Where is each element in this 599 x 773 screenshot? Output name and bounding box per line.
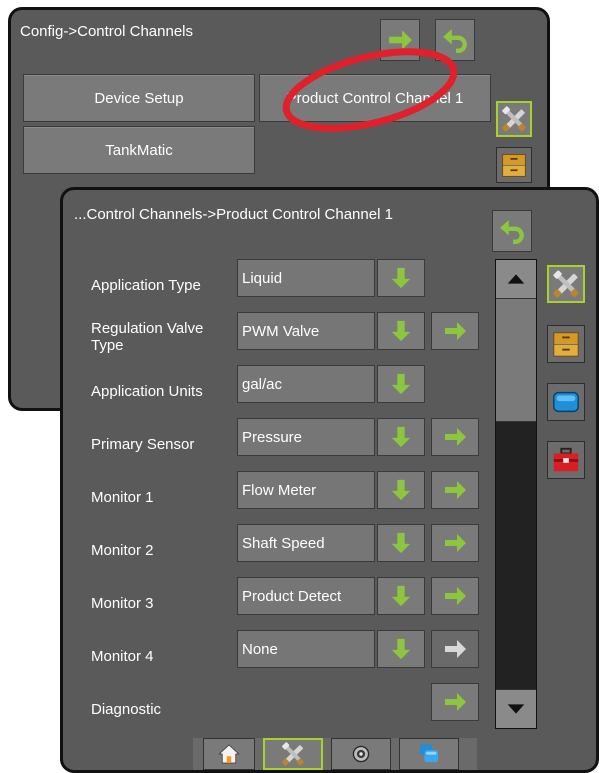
product-control-channel-panel: ...Control Channels->Product Control Cha… bbox=[60, 187, 599, 773]
tankmatic-button[interactable]: TankMatic bbox=[23, 126, 255, 174]
scroll-down-button[interactable] bbox=[496, 689, 536, 728]
monitor-2-dropdown[interactable] bbox=[377, 524, 425, 562]
drawer-tab[interactable] bbox=[496, 147, 532, 183]
back-button[interactable] bbox=[492, 210, 532, 252]
arrow-right-icon bbox=[443, 690, 467, 714]
back-arrow-icon bbox=[499, 218, 525, 244]
gps-tab[interactable] bbox=[331, 738, 391, 770]
application-type-label: Application Type bbox=[91, 277, 201, 294]
monitor-4-value[interactable]: None bbox=[237, 630, 375, 668]
arrow-down-icon bbox=[390, 584, 412, 608]
primary-sensor-value[interactable]: Pressure bbox=[237, 418, 375, 456]
scroll-up-button[interactable] bbox=[496, 260, 536, 299]
arrow-down-icon bbox=[390, 478, 412, 502]
tools-icon bbox=[500, 105, 528, 133]
monitor-3-value[interactable]: Product Detect bbox=[237, 577, 375, 615]
diagnostic-next[interactable] bbox=[431, 683, 479, 721]
highlight-ellipse bbox=[282, 48, 458, 132]
application-type-dropdown[interactable] bbox=[377, 259, 425, 297]
data-icon bbox=[417, 742, 441, 766]
home-icon bbox=[217, 742, 241, 766]
back-panel-title: Config->Control Channels bbox=[20, 23, 194, 40]
regulation-valve-type-dropdown[interactable] bbox=[377, 312, 425, 350]
drawer-tab[interactable] bbox=[547, 325, 585, 363]
arrow-down-icon bbox=[390, 372, 412, 396]
monitor-1-value[interactable]: Flow Meter bbox=[237, 471, 375, 509]
arrow-right-icon bbox=[443, 425, 467, 449]
primary-sensor-next[interactable] bbox=[431, 418, 479, 456]
bottom-tab-bar bbox=[193, 738, 477, 770]
scrollbar[interactable] bbox=[495, 259, 537, 729]
arrow-down-icon bbox=[390, 319, 412, 343]
regulation-valve-type-label: Regulation Valve Type bbox=[91, 320, 204, 354]
arrow-right-icon bbox=[443, 637, 467, 661]
regulation-valve-type-next[interactable] bbox=[431, 312, 479, 350]
monitor-1-dropdown[interactable] bbox=[377, 471, 425, 509]
data-tab[interactable] bbox=[399, 738, 459, 770]
screen-icon bbox=[551, 387, 581, 417]
tools-icon bbox=[280, 741, 306, 767]
monitor-2-label: Monitor 2 bbox=[91, 542, 154, 559]
primary-sensor-dropdown[interactable] bbox=[377, 418, 425, 456]
arrow-down-icon bbox=[390, 425, 412, 449]
toolbox-icon bbox=[551, 445, 581, 475]
arrow-right-icon bbox=[443, 531, 467, 555]
monitor-1-label: Monitor 1 bbox=[91, 489, 154, 506]
monitor-1-next[interactable] bbox=[431, 471, 479, 509]
arrow-down-icon bbox=[390, 531, 412, 555]
application-units-label: Application Units bbox=[91, 383, 203, 400]
primary-sensor-label: Primary Sensor bbox=[91, 436, 195, 453]
application-units-dropdown[interactable] bbox=[377, 365, 425, 403]
monitor-3-next[interactable] bbox=[431, 577, 479, 615]
device-setup-button[interactable]: Device Setup bbox=[23, 74, 255, 122]
tools-tab[interactable] bbox=[547, 265, 585, 303]
diagnostic-label: Diagnostic bbox=[91, 701, 162, 718]
arrow-right-icon bbox=[443, 478, 467, 502]
regulation-valve-type-value[interactable]: PWM Valve bbox=[237, 312, 375, 350]
display-tab[interactable] bbox=[547, 383, 585, 421]
drawer-icon bbox=[551, 329, 581, 359]
monitor-3-dropdown[interactable] bbox=[377, 577, 425, 615]
triangle-up-icon bbox=[505, 268, 527, 290]
arrow-down-icon bbox=[390, 637, 412, 661]
application-units-value[interactable]: gal/ac bbox=[237, 365, 375, 403]
scroll-thumb[interactable] bbox=[496, 299, 536, 422]
monitor-4-dropdown[interactable] bbox=[377, 630, 425, 668]
arrow-down-icon bbox=[390, 266, 412, 290]
front-panel-title: ...Control Channels->Product Control Cha… bbox=[74, 206, 393, 223]
gps-icon bbox=[350, 743, 372, 765]
application-type-value[interactable]: Liquid bbox=[237, 259, 375, 297]
triangle-down-icon bbox=[505, 698, 527, 720]
monitor-4-label: Monitor 4 bbox=[91, 648, 154, 665]
drawer-icon bbox=[500, 151, 528, 179]
tools-icon bbox=[551, 269, 581, 299]
monitor-3-label: Monitor 3 bbox=[91, 595, 154, 612]
arrow-right-icon bbox=[443, 584, 467, 608]
monitor-4-next-disabled bbox=[431, 630, 479, 668]
home-tab[interactable] bbox=[203, 738, 255, 770]
tools-tab-bottom[interactable] bbox=[263, 738, 323, 770]
monitor-2-next[interactable] bbox=[431, 524, 479, 562]
arrow-right-icon bbox=[443, 319, 467, 343]
monitor-2-value[interactable]: Shaft Speed bbox=[237, 524, 375, 562]
tools-tab[interactable] bbox=[496, 101, 532, 137]
toolbox-tab[interactable] bbox=[547, 441, 585, 479]
